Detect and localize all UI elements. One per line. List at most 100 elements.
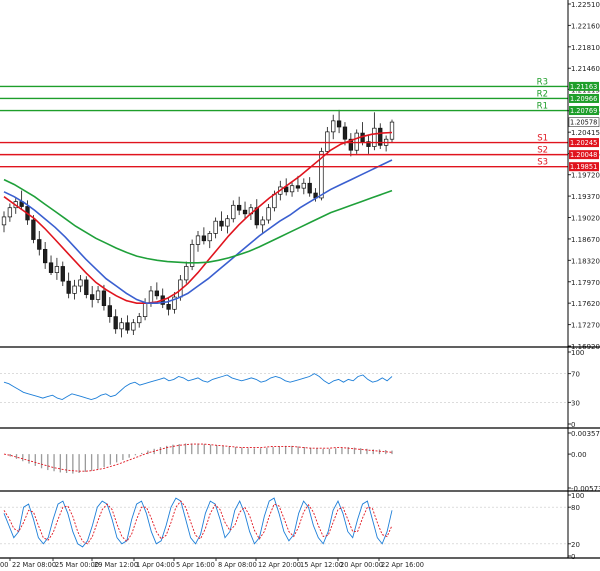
candle-body [272, 193, 277, 209]
candle-body [142, 302, 148, 317]
candle-body [231, 204, 236, 220]
candle-body [201, 235, 207, 242]
level-price-tag: 1.19851 [570, 163, 597, 171]
candle-body [207, 233, 212, 242]
candle-body [184, 266, 189, 281]
candle-body [260, 219, 265, 226]
candle-body [242, 209, 248, 215]
price-axis-label: 1.19720 [571, 172, 600, 180]
candle-body [336, 120, 342, 128]
level-name-s1: S1 [537, 134, 548, 144]
candle-body [389, 121, 395, 140]
candle-body [66, 280, 71, 294]
time-axis-label: 22 Apr 16:00 [381, 561, 424, 569]
candle-body [60, 266, 65, 282]
time-axis-label: 12 Apr 20:00 [258, 561, 301, 569]
price-axis-label: 1.22160 [571, 22, 600, 30]
level-price-tag: 1.20048 [570, 151, 597, 159]
candle-body [37, 239, 42, 250]
candle-body [101, 290, 107, 306]
candle-body [131, 322, 136, 331]
macd-panel: 0.0035750.00-0.005737 [0, 430, 600, 493]
level-name-s3: S3 [537, 158, 548, 168]
candle-body [219, 220, 224, 227]
stochastic-panel: 100 80 20 0 [0, 492, 600, 561]
candle-body [354, 132, 359, 151]
candle-body [137, 316, 142, 324]
candle-body [301, 182, 306, 189]
price-axis-label: 1.20415 [571, 129, 600, 137]
candle-body [148, 290, 154, 304]
level-price-tag: 1.21163 [570, 83, 597, 91]
rsi-line [3, 373, 393, 400]
price-axis-label: 1.21810 [571, 44, 600, 52]
price-axis-label: 1.18670 [571, 236, 600, 244]
stochastic-axis-label: 20 [571, 541, 580, 549]
price-axis-label: 1.22510 [571, 1, 600, 9]
candle-body [125, 322, 130, 331]
level-price-tag: 1.20769 [570, 107, 597, 115]
time-axis-label: 25 Mar 00:00 [55, 561, 99, 569]
stochastic-axis-label: 80 [571, 504, 580, 512]
candle-body [119, 322, 124, 330]
forex-chart: 1.225101.221601.218101.214601.211151.207… [0, 0, 600, 569]
level-name-r1: R1 [537, 102, 548, 112]
price-axis-label: 1.17620 [571, 300, 600, 308]
rsi-axis-label: 70 [571, 371, 580, 379]
level-name-r3: R3 [537, 77, 548, 87]
macd-axis-label: 0.003575 [571, 430, 600, 438]
level-price-tag: 1.20245 [570, 139, 597, 147]
rsi-panel: 10070300 [0, 349, 600, 429]
time-axis-label: 1 Apr 04:00 [136, 561, 175, 569]
candle-body [342, 126, 348, 140]
candle-body [307, 182, 312, 194]
time-axis-label: 5 Apr 16:00 [176, 561, 215, 569]
level-name-r2: R2 [537, 89, 548, 99]
candle-body [95, 290, 101, 300]
current-price-tag: 1.20578 [570, 119, 597, 127]
stochastic-main-line [3, 497, 393, 548]
candle-body [295, 185, 301, 189]
candle-body [195, 235, 201, 245]
time-axis-label: 22 Mar 08:00 [12, 561, 56, 569]
candle-body [84, 279, 89, 295]
candle-body [225, 218, 230, 227]
candle-body [90, 294, 95, 300]
stochastic-signal-line [3, 500, 393, 545]
candle-body [213, 220, 218, 234]
candle-body [166, 304, 171, 310]
price-axis-label: 1.19020 [571, 215, 600, 223]
time-axis-label: 20 Apr 00:00 [340, 561, 383, 569]
candle-body [154, 290, 159, 297]
rsi-axis-label: 100 [571, 349, 584, 357]
rsi-axis-label: 30 [571, 399, 580, 407]
candle-body [54, 266, 60, 273]
candle-body [266, 207, 271, 221]
time-axis-label: 8 Apr 08:00 [218, 561, 257, 569]
price-axis-label: 1.17970 [571, 279, 600, 287]
price-axis-label: 1.17270 [571, 322, 600, 330]
candle-body [48, 262, 54, 273]
candle-body [113, 316, 118, 330]
candle-body [372, 127, 377, 147]
candle-body [72, 285, 77, 294]
price-panel: 1.225101.221601.218101.214601.211151.207… [0, 0, 600, 351]
candle-body [31, 219, 36, 240]
price-axis-label: 1.19370 [571, 193, 600, 201]
level-price-tag: 1.20966 [570, 95, 597, 103]
macd-axis-label: 0.00 [571, 451, 587, 459]
candle-body [237, 204, 242, 211]
time-axis-label: 15 Apr 12:00 [300, 561, 343, 569]
stochastic-axis-label: 0 [571, 553, 575, 561]
candle-body [289, 185, 295, 193]
candle-body [325, 131, 330, 152]
candle-body [1, 216, 7, 226]
candle-body [43, 248, 48, 264]
price-axis-label: 1.18320 [571, 257, 600, 265]
stochastic-axis-label: 100 [571, 492, 584, 500]
time-axis-label: 29 Mar 12:00 [94, 561, 138, 569]
price-axis-label: 1.21460 [571, 65, 600, 73]
candle-body [7, 207, 13, 218]
level-name-s2: S2 [537, 146, 548, 156]
candle-body [78, 279, 83, 287]
